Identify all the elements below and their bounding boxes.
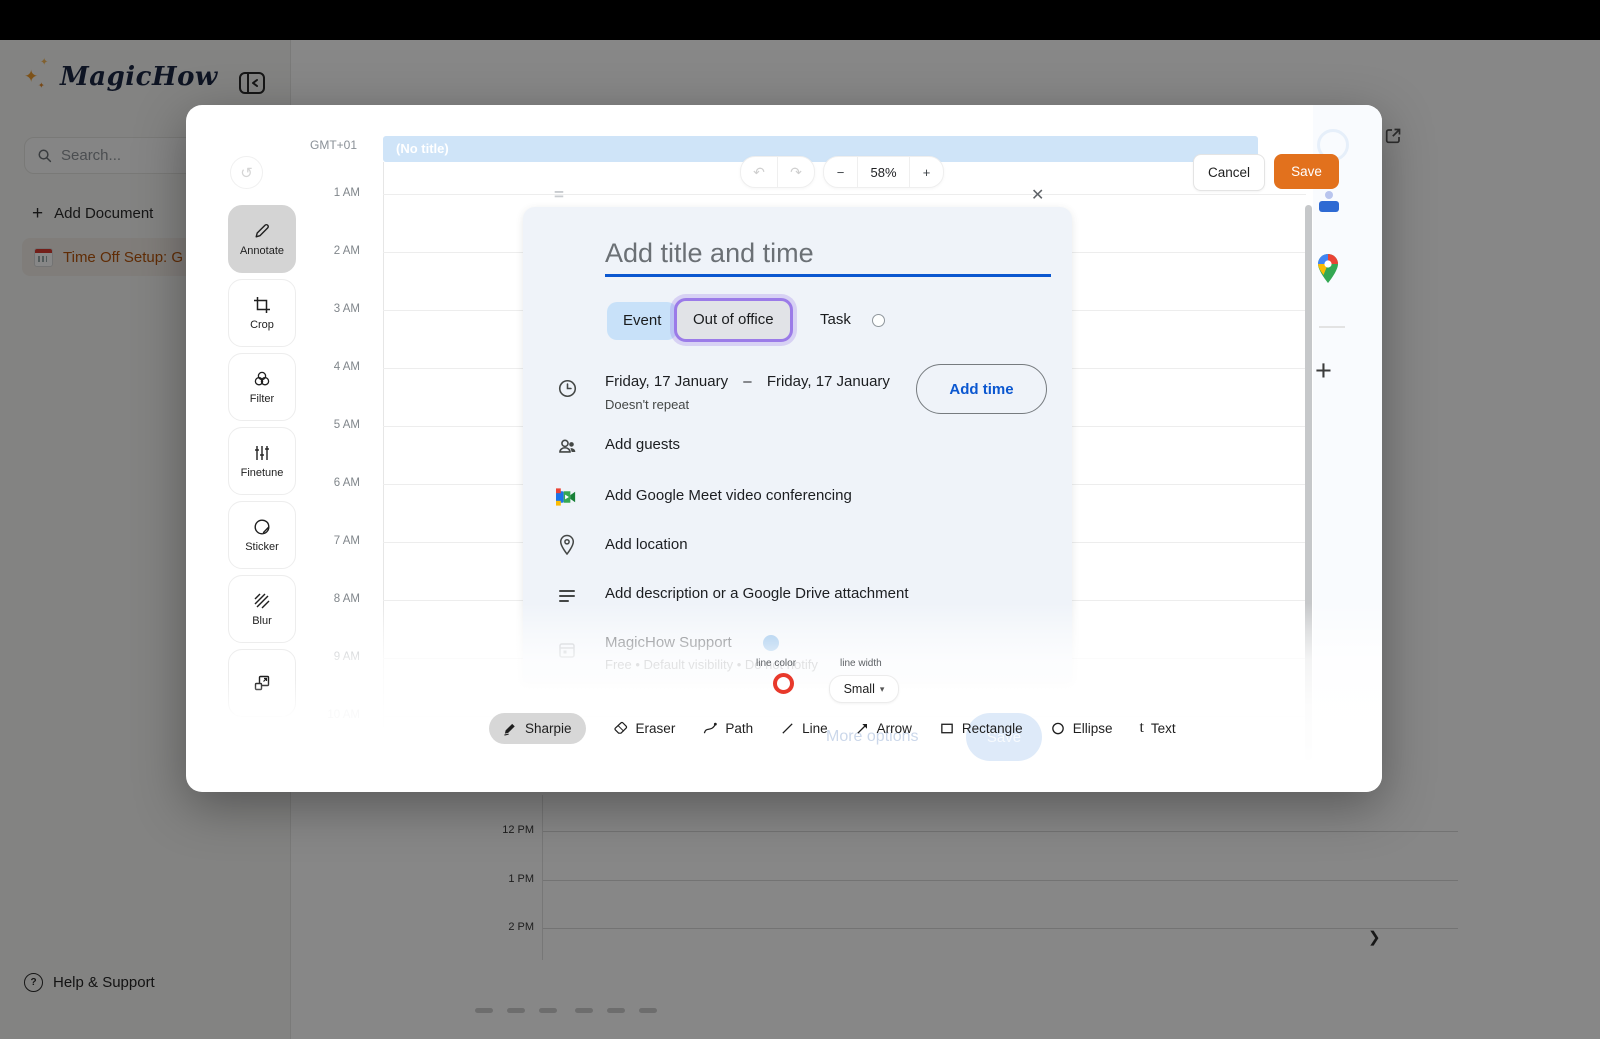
timezone-label: GMT+01 xyxy=(310,138,357,152)
zoom-control: − 58% + xyxy=(823,156,944,188)
ellipse-icon xyxy=(1050,721,1066,736)
add-guests-row: Add guests xyxy=(605,436,680,453)
sharpie-icon xyxy=(503,721,518,736)
drag-handle-icon: = xyxy=(554,185,564,205)
zoom-level: 58% xyxy=(858,165,909,180)
toolbar-path[interactable]: Path xyxy=(702,713,753,744)
tool-blur[interactable]: Blur xyxy=(228,575,296,643)
filter-icon xyxy=(252,369,272,389)
toolbar-sharpie[interactable]: Sharpie xyxy=(489,713,586,744)
screen: ✦ ✦ ✦ MagicHow Search... + Ad xyxy=(0,0,1600,1039)
text-tool-icon: t xyxy=(1139,720,1143,736)
close-icon: ✕ xyxy=(1031,185,1044,205)
hour-label: 1 AM xyxy=(316,187,360,199)
allday-event-bar: (No title) xyxy=(383,136,1258,162)
google-meet-icon xyxy=(556,486,578,508)
toolbar-text[interactable]: t Text xyxy=(1139,713,1175,744)
tool-label: Finetune xyxy=(241,467,284,479)
rectangle-icon xyxy=(939,721,955,736)
path-icon xyxy=(702,721,718,736)
add-time-button: Add time xyxy=(916,364,1047,414)
date-start: Friday, 17 January xyxy=(605,373,728,390)
guests-icon xyxy=(556,435,578,457)
hour-label: 6 AM xyxy=(316,477,360,489)
redo-button[interactable]: ↷ xyxy=(778,164,814,181)
tool-finetune[interactable]: Finetune xyxy=(228,427,296,495)
hour-line xyxy=(383,194,1306,195)
toolbar-label: Sharpie xyxy=(525,721,572,736)
toolbar-label: Eraser xyxy=(636,721,676,736)
tab-event: Event xyxy=(607,302,677,340)
tab-task: Task xyxy=(820,311,851,328)
cancel-button[interactable]: Cancel xyxy=(1193,154,1265,191)
hour-label: 4 AM xyxy=(316,361,360,373)
hour-label: 5 AM xyxy=(316,419,360,431)
toolbar-label: Text xyxy=(1151,721,1176,736)
annotate-toolbar: Sharpie Eraser Path Line xyxy=(489,712,1176,744)
zoom-out-button[interactable]: − xyxy=(824,165,857,180)
chevron-down-icon: ▾ xyxy=(880,684,885,695)
toolbar-line[interactable]: Line xyxy=(780,713,828,744)
save-button[interactable]: Save xyxy=(1274,154,1339,189)
sliders-icon xyxy=(252,443,272,463)
location-pin-icon xyxy=(556,534,578,556)
recurrence-label: Doesn't repeat xyxy=(605,397,689,412)
toolbar-label: Line xyxy=(802,721,828,736)
toolbar-rectangle[interactable]: Rectangle xyxy=(939,713,1023,744)
add-description-row: Add description or a Google Drive attach… xyxy=(605,585,909,602)
toolbar-eraser[interactable]: Eraser xyxy=(613,713,676,744)
undo-redo-group: ↶ ↷ xyxy=(740,156,815,188)
cursor-dot xyxy=(872,314,885,327)
toolbar-ellipse[interactable]: Ellipse xyxy=(1050,713,1113,744)
history-button[interactable]: ↺ xyxy=(230,156,263,189)
contacts-icon xyxy=(1325,191,1333,199)
add-location-row: Add location xyxy=(605,536,688,553)
tool-label: Crop xyxy=(250,319,274,331)
add-meet-row: Add Google Meet video conferencing xyxy=(605,487,852,504)
hour-label: 3 AM xyxy=(316,303,360,315)
eraser-icon xyxy=(613,721,629,736)
arrow-icon xyxy=(855,721,870,736)
toolbar-arrow[interactable]: Arrow xyxy=(855,713,912,744)
line-width-dropdown[interactable]: Small ▾ xyxy=(829,675,899,703)
contacts-icon xyxy=(1319,201,1339,212)
pencil-icon xyxy=(252,221,272,241)
tool-label: Filter xyxy=(250,393,274,405)
toolbar-label: Ellipse xyxy=(1073,721,1113,736)
line-width-value: Small xyxy=(844,682,875,696)
event-title-placeholder: Add title and time xyxy=(605,238,814,269)
tool-label: Annotate xyxy=(240,245,284,257)
line-color-label: line color xyxy=(756,658,796,669)
toolbar-label: Rectangle xyxy=(962,721,1023,736)
palette-fade xyxy=(224,680,300,730)
date-end: Friday, 17 January xyxy=(767,373,890,390)
crop-icon xyxy=(252,295,272,315)
toolbar-label: Arrow xyxy=(877,721,912,736)
plus-icon: + xyxy=(1315,355,1332,388)
sticker-icon xyxy=(252,517,272,537)
clock-icon xyxy=(556,377,578,399)
hour-label: 7 AM xyxy=(316,535,360,547)
divider xyxy=(1319,326,1345,328)
tool-crop[interactable]: Crop xyxy=(228,279,296,347)
undo-button[interactable]: ↶ xyxy=(741,164,777,181)
line-width-label: line width xyxy=(840,658,882,669)
zoom-in-button[interactable]: + xyxy=(910,165,943,180)
date-separator: – xyxy=(743,373,751,390)
google-maps-icon xyxy=(1316,253,1340,290)
tool-label: Blur xyxy=(252,615,272,627)
tool-label: Sticker xyxy=(245,541,279,553)
screenshot-editor-modal: GMT+01 (No title) 1 AM 2 AM 3 AM 4 AM 5 … xyxy=(186,105,1382,792)
title-underline xyxy=(605,274,1051,277)
tab-out-of-office: Out of office xyxy=(674,298,793,342)
tool-sticker[interactable]: Sticker xyxy=(228,501,296,569)
tool-filter[interactable]: Filter xyxy=(228,353,296,421)
event-date-range: Friday, 17 January – Friday, 17 January xyxy=(605,373,890,390)
line-color-swatch[interactable] xyxy=(773,673,794,694)
toolbar-label: Path xyxy=(725,721,753,736)
blur-icon xyxy=(252,591,272,611)
line-icon xyxy=(780,721,795,736)
hour-label: 2 AM xyxy=(316,245,360,257)
tool-annotate[interactable]: Annotate xyxy=(228,205,296,273)
